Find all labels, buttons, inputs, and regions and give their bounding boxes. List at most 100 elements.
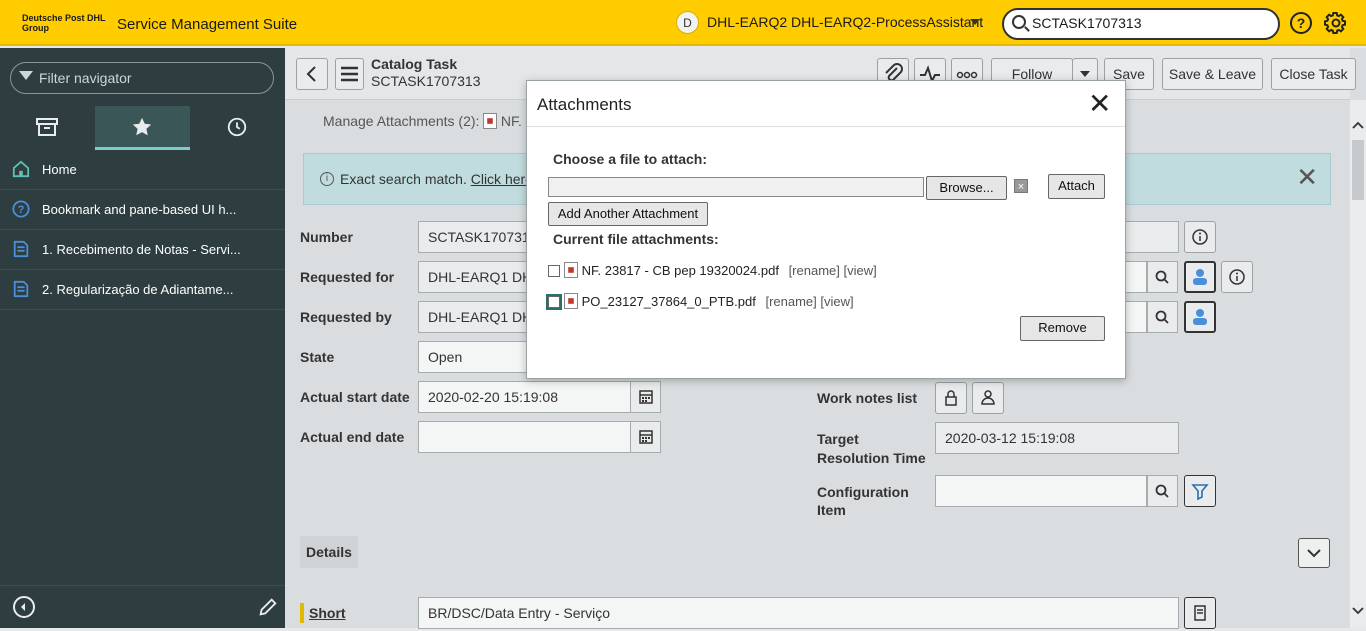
choose-file-label: Choose a file to attach: [553, 151, 708, 167]
nav-item-recebimento[interactable]: 1. Recebimento de Notas - Servi... [0, 230, 285, 270]
configuration-item-lookup-button[interactable] [1147, 475, 1178, 507]
attachment-checkbox[interactable] [546, 294, 562, 310]
nav-item-label: Home [42, 162, 77, 177]
save-and-leave-button[interactable]: Save & Leave [1162, 58, 1263, 90]
banner-link[interactable]: Click here [471, 171, 533, 187]
attachment-actions[interactable]: [rename] [view] [765, 294, 853, 309]
suite-title: Service Management Suite [117, 16, 298, 33]
edit-pencil-icon[interactable] [257, 596, 279, 618]
short-description-label[interactable]: Short [309, 605, 346, 621]
actual-start-calendar-button[interactable] [630, 381, 661, 413]
svg-text:?: ? [18, 204, 25, 216]
nav-item-home[interactable]: Home [0, 150, 285, 190]
user-details-button[interactable] [1184, 261, 1216, 293]
remove-button[interactable]: Remove [1020, 316, 1105, 341]
tab-favorites[interactable] [95, 106, 190, 150]
search-icon [1155, 270, 1169, 284]
filter-ci-button[interactable] [1184, 475, 1216, 507]
user-avatar[interactable]: D [676, 11, 699, 34]
info-button[interactable] [1184, 221, 1216, 253]
number-label: Number [300, 229, 353, 245]
suggestion-button[interactable] [1184, 597, 1216, 629]
lock-icon [945, 390, 957, 406]
file-path-input[interactable] [548, 177, 924, 197]
requested-for-label: Requested for [300, 269, 395, 285]
state-select[interactable]: Open [418, 341, 528, 373]
user-menu[interactable]: DHL-EARQ2 DHL-EARQ2-ProcessAssistant [707, 14, 983, 30]
requested-for-field[interactable]: DHL-EARQ1 DH [418, 261, 528, 293]
work-notes-label: Work notes list [817, 390, 918, 406]
tab-all-applications[interactable] [0, 106, 95, 150]
form-scrollbar[interactable] [1350, 100, 1366, 628]
toggle-details-button[interactable] [1298, 538, 1330, 568]
scrollbar-thumb[interactable] [1352, 140, 1364, 200]
work-notes-lock-button[interactable] [935, 382, 967, 414]
application-navigator: Filter navigator Home ? Bookmark and pan… [0, 48, 285, 628]
requested-by-lookup-button[interactable] [1147, 301, 1178, 333]
close-task-button[interactable]: Close Task [1271, 58, 1356, 90]
attachment-preview[interactable]: NF. [483, 113, 522, 129]
clear-file-icon[interactable]: × [1014, 179, 1028, 193]
attachment-checkbox[interactable] [548, 265, 560, 277]
actual-end-calendar-button[interactable] [630, 421, 661, 453]
global-search-input[interactable] [1032, 15, 1272, 31]
add-another-attachment-button[interactable]: Add Another Attachment [548, 202, 708, 226]
work-notes-add-me-button[interactable] [972, 382, 1004, 414]
scroll-down-icon[interactable] [1350, 604, 1366, 618]
config-label-line1: Configuration [817, 484, 909, 500]
nav-item-label: 2. Regularização de Adiantame... [42, 282, 234, 297]
nav-item-regularizacao[interactable]: 2. Regularização de Adiantame... [0, 270, 285, 310]
details-section-header[interactable]: Details [300, 536, 358, 568]
configuration-item-label: Configuration Item [817, 483, 909, 519]
calendar-icon [639, 430, 653, 444]
short-description-field[interactable]: BR/DSC/Data Entry - Serviço [418, 597, 1179, 629]
actual-start-field[interactable]: 2020-02-20 15:19:08 [418, 381, 631, 413]
number-field[interactable]: SCTASK1707313 [418, 221, 528, 253]
user-details-button[interactable] [1184, 301, 1216, 333]
attachment-filename: PO_23127_37864_0_PTB.pdf [581, 294, 756, 309]
manage-attachments-link[interactable]: Manage Attachments (2): [323, 113, 479, 129]
requested-for-lookup-button[interactable] [1147, 261, 1178, 293]
browse-button[interactable]: Browse... [926, 176, 1007, 200]
dialog-title: Attachments [537, 95, 632, 114]
config-label-line2: Item [817, 502, 846, 518]
banner-text: Exact search match. Click here t [340, 171, 541, 187]
search-icon [1155, 484, 1169, 498]
actual-start-label: Actual start date [300, 389, 410, 405]
help-icon[interactable]: ? [1290, 12, 1312, 34]
chevron-down-icon[interactable] [970, 19, 980, 25]
nav-item-bookmark-help[interactable]: ? Bookmark and pane-based UI h... [0, 190, 285, 230]
gear-icon[interactable] [1324, 11, 1348, 35]
tab-history[interactable] [190, 106, 285, 150]
book-icon [1194, 605, 1206, 621]
favorites-list: Home ? Bookmark and pane-based UI h... 1… [0, 150, 285, 310]
search-icon [1155, 310, 1169, 324]
close-banner-icon[interactable]: ✕ [1296, 164, 1318, 190]
context-menu-button[interactable] [335, 58, 364, 90]
collapse-navigator-icon[interactable] [12, 595, 36, 619]
filter-navigator-input[interactable]: Filter navigator [10, 62, 274, 94]
home-icon [12, 160, 30, 178]
scroll-up-icon[interactable] [1350, 118, 1366, 132]
current-attachments-label: Current file attachments: [553, 231, 719, 247]
configuration-item-field[interactable] [935, 475, 1147, 507]
target-resolution-field[interactable]: 2020-03-12 15:19:08 [935, 422, 1179, 454]
nav-item-label: 1. Recebimento de Notas - Servi... [42, 242, 241, 257]
requested-by-field[interactable]: DHL-EARQ1 DH [418, 301, 528, 333]
requested-by-label: Requested by [300, 309, 392, 325]
user-card-icon [1193, 309, 1207, 325]
attachment-actions[interactable]: [rename] [view] [789, 263, 877, 278]
attachment-filename: NF. 23817 - CB pep 19320024.pdf [581, 263, 779, 278]
actual-end-field[interactable] [418, 421, 631, 453]
attach-button[interactable]: Attach [1048, 174, 1105, 199]
list-document-icon [13, 240, 29, 258]
back-button[interactable] [296, 58, 328, 90]
global-search[interactable] [1002, 8, 1280, 40]
nav-item-label: Bookmark and pane-based UI h... [42, 202, 237, 217]
info-button[interactable] [1221, 261, 1253, 293]
pdf-icon [564, 293, 578, 309]
target-label-line2: Resolution Time [817, 450, 926, 466]
info-icon: i [320, 172, 334, 186]
close-icon[interactable]: ✕ [1088, 90, 1111, 118]
archive-icon [36, 118, 58, 136]
